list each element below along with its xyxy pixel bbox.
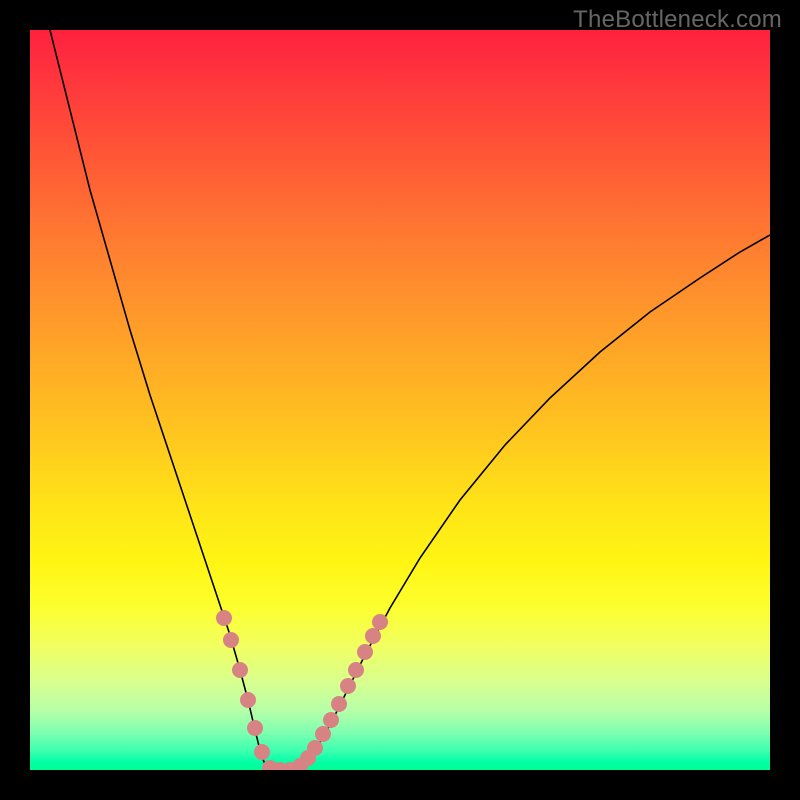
- highlight-dot: [232, 662, 248, 678]
- highlight-dot: [365, 628, 381, 644]
- highlight-dot: [307, 740, 323, 756]
- highlight-dot: [315, 726, 331, 742]
- highlight-dots: [30, 30, 770, 770]
- highlight-dot: [323, 712, 339, 728]
- plot-area: [30, 30, 770, 770]
- highlight-dot: [247, 720, 263, 736]
- highlight-dot: [240, 692, 256, 708]
- highlight-dot: [223, 632, 239, 648]
- highlight-dot: [331, 696, 347, 712]
- highlight-dot: [254, 744, 270, 760]
- highlight-dot: [216, 610, 232, 626]
- highlight-dot: [348, 662, 364, 678]
- highlight-dot: [357, 644, 373, 660]
- highlight-dot: [372, 614, 388, 630]
- highlight-dot: [340, 678, 356, 694]
- watermark-label: TheBottleneck.com: [573, 6, 782, 34]
- chart-frame: TheBottleneck.com: [0, 0, 800, 800]
